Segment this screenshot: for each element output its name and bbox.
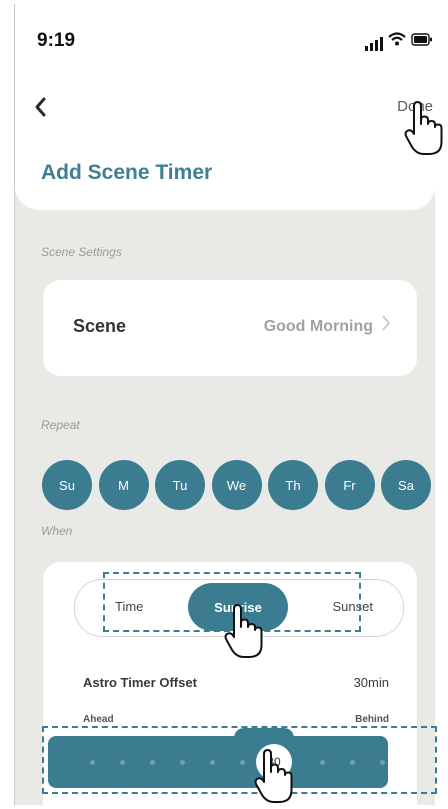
repeat-label: Repeat [41, 418, 80, 432]
scene-selector[interactable]: Scene Good Morning [43, 280, 417, 376]
when-label: When [41, 524, 73, 538]
astro-offset-value: 30min [353, 675, 389, 690]
ahead-label: Ahead [83, 714, 114, 725]
pointer-hand-icon [254, 749, 293, 803]
pointer-hand-icon [404, 101, 443, 155]
back-chevron-icon[interactable] [33, 94, 47, 125]
scene-settings-label: Scene Settings [41, 245, 122, 259]
page-title: Add Scene Timer [41, 161, 213, 184]
day-toggle-we[interactable]: We [211, 460, 262, 510]
astro-offset-label: Astro Timer Offset [83, 675, 197, 690]
day-toggle-sa[interactable]: Sa [381, 460, 431, 510]
signal-icon [365, 37, 383, 51]
repeat-days: Su M Tu We Th Fr Sa [42, 460, 431, 510]
day-toggle-th[interactable]: Th [268, 460, 318, 510]
behind-label: Behind [355, 714, 389, 725]
pointer-hand-icon [224, 604, 263, 658]
status-bar-icons [365, 32, 433, 51]
day-toggle-fr[interactable]: Fr [324, 460, 375, 510]
header-card: 9:19 Done A [15, 4, 435, 210]
day-toggle-m[interactable]: M [98, 460, 149, 510]
battery-icon [411, 33, 433, 51]
day-toggle-su[interactable]: Su [42, 460, 92, 510]
slider-highlight-box [42, 726, 437, 794]
scene-label: Scene [73, 316, 127, 336]
day-toggle-tu[interactable]: Tu [155, 460, 205, 510]
scene-value: Good Morning [263, 318, 373, 335]
wifi-icon [388, 32, 406, 51]
app-screen: 9:19 Done A [14, 4, 435, 805]
status-time: 9:19 [37, 30, 76, 51]
chevron-right-icon [381, 314, 391, 338]
